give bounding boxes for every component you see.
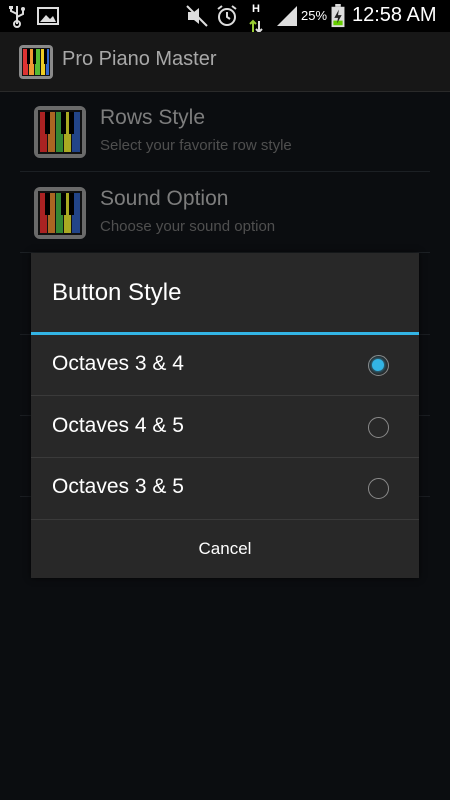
radio-dot <box>372 359 384 371</box>
image-icon <box>37 7 59 25</box>
alarm-icon <box>217 5 237 26</box>
piano-keys-icon <box>34 106 86 158</box>
battery-charging-icon <box>331 4 345 28</box>
pref-item-sound-option[interactable]: Sound Option Choose your sound option <box>20 173 430 253</box>
piano-keys-icon <box>34 187 86 239</box>
radio-button-checked[interactable] <box>368 355 389 376</box>
option-octaves-3-5[interactable]: Octaves 3 & 5 <box>31 458 419 519</box>
radio-button[interactable] <box>368 417 389 438</box>
radio-button[interactable] <box>368 478 389 499</box>
option-label: Octaves 3 & 4 <box>52 352 184 375</box>
option-label: Octaves 3 & 5 <box>52 475 184 498</box>
network-type-label: H <box>252 3 260 15</box>
status-bar: H 25% 12:58 AM <box>0 0 450 34</box>
dialog-title: Button Style <box>52 279 182 306</box>
usb-icon <box>9 6 25 28</box>
battery-percent: 25% <box>301 8 328 23</box>
cancel-label: Cancel <box>198 539 252 558</box>
piano-keys-icon <box>19 45 53 79</box>
clock: 12:58 AM <box>352 4 437 26</box>
pref-title: Sound Option <box>100 187 229 210</box>
button-style-dialog: Button Style Octaves 3 & 4 Octaves 4 & 5… <box>31 253 419 578</box>
silent-icon <box>186 5 208 27</box>
option-label: Octaves 4 & 5 <box>52 414 184 437</box>
pref-subtitle: Select your favorite row style <box>100 137 292 154</box>
option-octaves-3-4[interactable]: Octaves 3 & 4 <box>31 335 419 396</box>
action-bar: Pro Piano Master <box>0 32 450 92</box>
app-title: Pro Piano Master <box>62 48 217 70</box>
pref-item-rows-style[interactable]: Rows Style Select your favorite row styl… <box>20 92 430 172</box>
signal-icon <box>277 6 297 26</box>
cancel-button[interactable]: Cancel <box>31 519 419 578</box>
pref-subtitle: Choose your sound option <box>100 218 276 235</box>
pref-title: Rows Style <box>100 106 206 129</box>
option-octaves-4-5[interactable]: Octaves 4 & 5 <box>31 397 419 458</box>
